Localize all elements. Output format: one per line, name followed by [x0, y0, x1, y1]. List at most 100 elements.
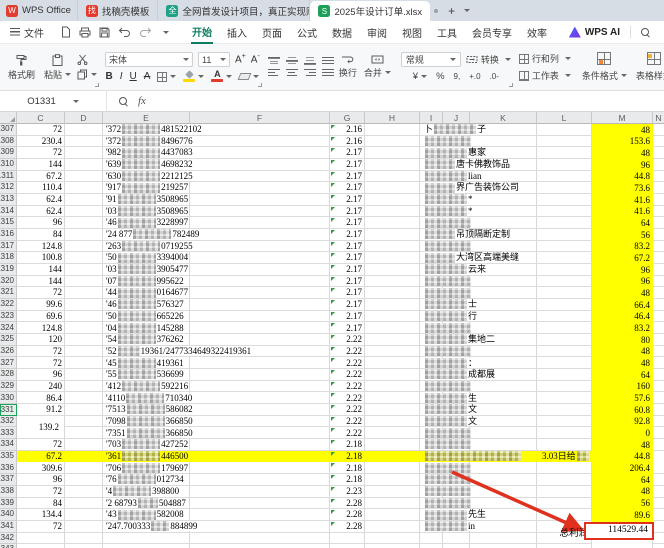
table-row[interactable]: 131462.4'0335089652.17*41.6: [0, 206, 664, 218]
tab-review[interactable]: 审阅: [366, 22, 388, 43]
merge-cells-button[interactable]: 合并: [362, 55, 393, 79]
insert-function-button[interactable]: fx: [138, 95, 146, 107]
table-row[interactable]: 1312110.4'9172192572.17界广告装饰公司73.6: [0, 182, 664, 194]
new-file-button[interactable]: [61, 26, 71, 38]
table-row[interactable]: 133796'760127342.1864: [0, 474, 664, 486]
tab-insert[interactable]: 插入: [226, 22, 248, 43]
table-row[interactable]: 1319144'0339054772.17云来96: [0, 264, 664, 276]
row-number[interactable]: 1312: [0, 182, 17, 194]
rows-columns-button[interactable]: 行和列: [519, 52, 571, 65]
row-number[interactable]: 1338: [0, 486, 17, 498]
table-row[interactable]: 131362.4'9135089652.17*41.6: [0, 194, 664, 206]
table-row[interactable]: 133086.4'41107103402.22生57.6: [0, 392, 664, 404]
column-header[interactable]: F: [190, 112, 330, 124]
column-header[interactable]: G: [330, 112, 365, 124]
tab-list-chevron-icon[interactable]: [464, 9, 470, 12]
table-row[interactable]: 132772'454193612.22：48: [0, 357, 664, 369]
row-number[interactable]: 1310: [0, 159, 17, 171]
table-row[interactable]: 132172'4401646772.1748: [0, 287, 664, 299]
table-row[interactable]: 1329240'4125922162.22160: [0, 381, 664, 393]
wrap-text-button[interactable]: 换行: [337, 55, 359, 79]
document-tab-active[interactable]: S 2025年设计订单.xlsx: [310, 1, 430, 21]
row-number[interactable]: 1318: [0, 252, 17, 264]
grow-font-button[interactable]: A+: [235, 53, 246, 65]
align-middle-icon[interactable]: [286, 57, 298, 65]
conditional-format-button[interactable]: 条件格式: [579, 51, 630, 83]
row-number[interactable]: 1333: [0, 427, 17, 439]
tab-view[interactable]: 视图: [401, 22, 423, 43]
column-header[interactable]: E: [103, 112, 190, 124]
name-box[interactable]: O1331: [0, 91, 107, 111]
table-row[interactable]: 1318100.8'5033940042.17大湾区高端美缝67.2: [0, 252, 664, 264]
dialog-launcher-icon[interactable]: [258, 83, 262, 87]
table-style-button[interactable]: 表格样式: [633, 51, 664, 83]
row-number[interactable]: 1307: [0, 124, 17, 136]
table-row[interactable]: 1308230.4'37284967762.16153.6: [0, 136, 664, 148]
table-row[interactable]: 1310144'63946982322.17唐卡佛教饰品96: [0, 159, 664, 171]
wps-ai-button[interactable]: WPS AI: [569, 27, 620, 38]
increase-decimal-button[interactable]: +.0: [469, 72, 480, 81]
column-header[interactable]: L: [537, 112, 592, 124]
column-header[interactable]: I: [420, 112, 443, 124]
row-number[interactable]: 1321: [0, 287, 17, 299]
formula-search-icon[interactable]: [119, 97, 128, 106]
table-row[interactable]: 1324124.8'041452882.1783.2: [0, 322, 664, 334]
column-header[interactable]: M: [592, 112, 653, 124]
thousands-separator-button[interactable]: 9,: [454, 72, 461, 81]
format-painter-button[interactable]: 格式刷: [5, 53, 38, 82]
row-number[interactable]: 1326: [0, 346, 17, 358]
convert-button[interactable]: 转换: [466, 53, 511, 66]
row-number[interactable]: 1337: [0, 474, 17, 486]
table-row[interactable]: 1342: [0, 533, 664, 545]
tab-efficiency[interactable]: 效率: [526, 22, 548, 43]
table-row[interactable]: 134172'247.7003338848992.28in48: [0, 521, 664, 533]
align-right-icon[interactable]: [304, 69, 316, 77]
tab-home[interactable]: 开始: [191, 21, 213, 44]
table-row[interactable]: 132896'555366992.22成都展64: [0, 369, 664, 381]
row-number[interactable]: 1308: [0, 136, 17, 148]
row-number[interactable]: 1323: [0, 311, 17, 323]
row-number[interactable]: 1342: [0, 533, 17, 545]
row-number[interactable]: 1332: [0, 416, 17, 428]
save-button[interactable]: [99, 27, 110, 38]
tab-page[interactable]: 页面: [261, 22, 283, 43]
row-number[interactable]: 1314: [0, 206, 17, 218]
row-number[interactable]: 1340: [0, 509, 17, 521]
percent-button[interactable]: %: [436, 71, 444, 82]
table-row[interactable]: 133472'7034272522.1848: [0, 439, 664, 451]
font-color-button[interactable]: A: [211, 71, 232, 82]
column-header[interactable]: K: [470, 112, 537, 124]
redo-button[interactable]: [139, 27, 152, 37]
table-row[interactable]: 1336309.6'7061796972.18206.4: [0, 462, 664, 474]
paste-button[interactable]: 粘贴: [41, 53, 74, 82]
table-row[interactable]: 1333'73513668502.220: [0, 427, 664, 439]
table-row[interactable]: 133984'2 687935048872.2856: [0, 498, 664, 510]
row-number[interactable]: 1327: [0, 357, 17, 369]
tab-data[interactable]: 数据: [331, 22, 353, 43]
tab-tools[interactable]: 工具: [436, 22, 458, 43]
print-button[interactable]: [79, 27, 91, 38]
column-header[interactable]: C: [17, 112, 65, 124]
table-row[interactable]: 1343: [0, 544, 664, 548]
new-tab-button[interactable]: +: [448, 4, 455, 18]
table-row[interactable]: 131684'24 8777824892.17吊顶隔断定制56: [0, 229, 664, 241]
distribute-icon[interactable]: [322, 57, 334, 65]
document-tab-2[interactable]: 全 全网首发设计项目，真正实现赚钱.: [158, 0, 310, 21]
row-number[interactable]: 1335: [0, 451, 17, 463]
bold-button[interactable]: B: [105, 71, 112, 82]
shrink-font-button[interactable]: A-: [251, 53, 260, 65]
decrease-decimal-button[interactable]: .0-: [490, 72, 499, 81]
row-number[interactable]: 1322: [0, 299, 17, 311]
table-row[interactable]: 1332139.2'70983668502.22文92.8: [0, 416, 664, 428]
row-number[interactable]: 1343: [0, 544, 17, 548]
table-row[interactable]: 1325120'543762622.22集地二80: [0, 334, 664, 346]
strikethrough-button[interactable]: A: [144, 71, 151, 82]
table-row[interactable]: 131167.2'63022121252.17lian44.8: [0, 171, 664, 183]
row-number[interactable]: 1324: [0, 322, 17, 334]
clear-button[interactable]: [239, 73, 259, 80]
table-row[interactable]: 130972'98244370832.17惠家48: [0, 147, 664, 159]
column-header[interactable]: J: [443, 112, 470, 124]
currency-button[interactable]: ¥: [413, 71, 427, 82]
column-header[interactable]: N: [653, 112, 664, 124]
align-left-icon[interactable]: [268, 69, 280, 77]
